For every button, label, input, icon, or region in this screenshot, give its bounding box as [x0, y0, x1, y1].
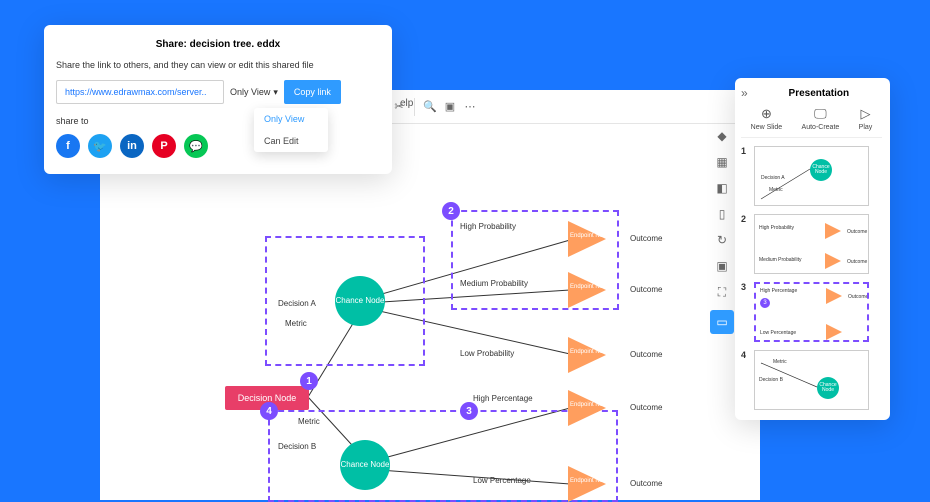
slide-num-4: 4 [741, 350, 749, 360]
high-prob-label: High Probability [460, 222, 516, 231]
shapes-icon[interactable]: ▣ [714, 258, 730, 274]
line-icon[interactable]: 💬 [184, 134, 208, 158]
theme-icon[interactable]: ◆ [714, 128, 730, 144]
high-pct-label: High Percentage [473, 394, 533, 403]
outcome-4: Outcome [630, 403, 662, 412]
med-prob-label: Medium Probability [460, 279, 528, 288]
play-icon: ▷ [860, 106, 870, 122]
pinterest-icon[interactable]: P [152, 134, 176, 158]
slide-thumb-1[interactable]: Decision A Metric Chance Node [754, 146, 869, 206]
chance-node-a[interactable]: Chance Node [335, 276, 385, 326]
slide-num-1: 1 [741, 146, 749, 156]
selection-box-c[interactable] [268, 410, 618, 502]
facebook-icon[interactable]: f [56, 134, 80, 158]
slide-num-3: 3 [741, 282, 749, 292]
decision-b-label: Decision B [278, 442, 316, 451]
badge-2[interactable]: 2 [442, 202, 460, 220]
presentation-panel: ◆ ▦ ◧ ▯ ↻ ▣ ⛶ ▭ » Presentation ⊕New Slid… [735, 78, 890, 420]
low-pct-label: Low Percentage [473, 476, 531, 485]
badge-1[interactable]: 1 [300, 372, 318, 390]
decision-a-label: Decision A [278, 299, 316, 308]
outcome-2: Outcome [630, 285, 662, 294]
endpoint-3[interactable] [568, 337, 606, 373]
permission-select[interactable]: Only View ▾ [230, 87, 278, 98]
stack-icon[interactable]: ◧ [714, 180, 730, 196]
fullscreen-icon[interactable]: ⛶ [714, 284, 730, 300]
slide-thumb-3[interactable]: High Percentage Low Percentage 3 Outcome [754, 282, 869, 342]
plus-icon: ⊕ [761, 106, 772, 122]
auto-create-button[interactable]: 🖵Auto-Create [802, 106, 840, 131]
badge-3[interactable]: 3 [460, 402, 478, 420]
slide-num-2: 2 [741, 214, 749, 224]
new-slide-button[interactable]: ⊕New Slide [751, 106, 783, 131]
chance-node-b[interactable]: Chance Node [340, 440, 390, 490]
crop-icon[interactable]: ✂ [390, 98, 408, 116]
more-icon[interactable]: ⋯ [461, 98, 479, 116]
metric-b-label: Metric [298, 417, 320, 426]
page-icon[interactable]: ▯ [714, 206, 730, 222]
layers-icon[interactable]: ▣ [441, 98, 459, 116]
endpoint-4[interactable] [568, 390, 606, 426]
metric-a-label: Metric [285, 319, 307, 328]
endpoint-1[interactable] [568, 221, 606, 257]
diagram-canvas[interactable]: Decision Node Decision A Metric Decision… [100, 124, 760, 494]
play-button[interactable]: ▷Play [859, 106, 873, 131]
endpoint-2[interactable] [568, 272, 606, 308]
low-prob-label: Low Probability [460, 349, 514, 358]
badge-4[interactable]: 4 [260, 402, 278, 420]
outcome-1: Outcome [630, 234, 662, 243]
perm-option-view[interactable]: Only View [254, 108, 328, 130]
search-icon[interactable]: 🔍 [421, 98, 439, 116]
outcome-5: Outcome [630, 479, 662, 488]
share-to-label: share to [56, 116, 380, 126]
copy-link-button[interactable]: Copy link [284, 80, 341, 104]
grid-icon[interactable]: ▦ [714, 154, 730, 170]
history-icon[interactable]: ↻ [714, 232, 730, 248]
endpoint-5[interactable] [568, 466, 606, 502]
presentation-icon[interactable]: ▭ [710, 310, 734, 334]
social-icons: f 🐦 in P 💬 [56, 134, 380, 158]
linkedin-icon[interactable]: in [120, 134, 144, 158]
twitter-icon[interactable]: 🐦 [88, 134, 112, 158]
share-title: Share: decision tree. eddx [56, 39, 380, 50]
permission-dropdown: Only View Can Edit [254, 108, 328, 152]
slide-thumb-4[interactable]: Metric Decision B Chance Node [754, 350, 869, 410]
share-description: Share the link to others, and they can v… [56, 60, 380, 70]
screen-icon: 🖵 [814, 106, 827, 122]
outcome-3: Outcome [630, 350, 662, 359]
share-url-input[interactable] [56, 80, 224, 104]
share-dialog: Share: decision tree. eddx Share the lin… [44, 25, 392, 174]
collapse-icon[interactable]: » [741, 86, 748, 100]
presentation-title: Presentation [756, 88, 882, 99]
side-rail: ◆ ▦ ◧ ▯ ↻ ▣ ⛶ ▭ [709, 128, 735, 334]
slide-thumb-2[interactable]: High Probability Medium Probability Outc… [754, 214, 869, 274]
perm-option-edit[interactable]: Can Edit [254, 130, 328, 152]
